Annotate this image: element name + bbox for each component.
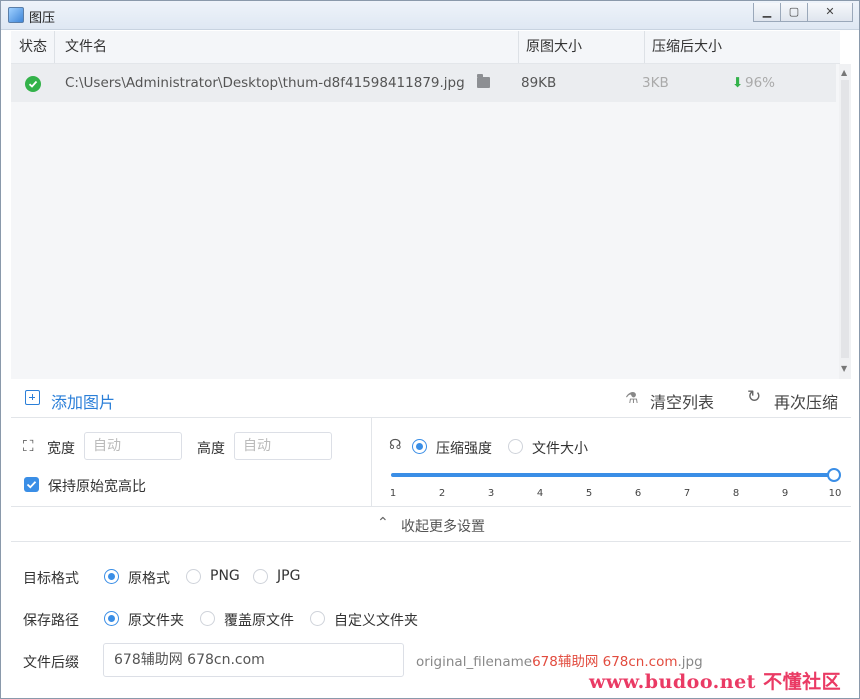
- scroll-thumb[interactable]: [841, 80, 849, 358]
- add-image-icon[interactable]: [25, 390, 40, 405]
- app-icon: [8, 7, 24, 23]
- compression-slider-handle[interactable]: [827, 468, 841, 482]
- flask-icon[interactable]: ⚗: [625, 389, 638, 407]
- resize-icon: ⛶: [23, 437, 34, 455]
- height-label: 高度: [197, 441, 225, 457]
- format-label: 目标格式: [23, 571, 79, 587]
- format-jpg-label: JPG: [277, 568, 301, 584]
- mode-size-radio[interactable]: [508, 439, 523, 454]
- panel-divider: [11, 506, 851, 507]
- width-input[interactable]: 自动: [84, 432, 182, 460]
- gauge-icon: ☊: [389, 437, 402, 453]
- header-original-size[interactable]: 原图大小: [526, 31, 582, 63]
- path-overwrite-radio[interactable]: [200, 611, 215, 626]
- format-png-label: PNG: [210, 568, 240, 584]
- slider-tick: 7: [683, 488, 691, 499]
- close-button[interactable]: ✕: [807, 3, 853, 22]
- panel-divider: [11, 417, 851, 418]
- header-compressed-size[interactable]: 压缩后大小: [652, 31, 722, 63]
- app-window: 图压 ▁ ▢ ✕ 状态 文件名 原图大小 压缩后大小 C:\Users\Admi…: [0, 0, 860, 699]
- slider-tick: 3: [487, 488, 495, 499]
- window-title: 图压: [29, 11, 56, 26]
- mode-strength-label: 压缩强度: [436, 441, 492, 457]
- recompress-button[interactable]: 再次压缩: [774, 389, 838, 413]
- site-watermark: www.budoo.net 不懂社区: [589, 671, 842, 693]
- format-png-radio[interactable]: [186, 569, 201, 584]
- header-divider: [644, 31, 645, 63]
- maximize-button[interactable]: ▢: [780, 3, 808, 22]
- compressed-size: 3KB: [642, 75, 669, 91]
- slider-tick: 4: [536, 488, 544, 499]
- format-original-label: 原格式: [128, 571, 170, 587]
- save-path-label: 保存路径: [23, 613, 79, 629]
- mode-strength-radio[interactable]: [412, 439, 427, 454]
- chevron-up-icon[interactable]: ⌃: [377, 515, 389, 531]
- path-original-radio[interactable]: [104, 611, 119, 626]
- path-overwrite-label: 覆盖原文件: [224, 613, 294, 629]
- table-scrollbar[interactable]: ▲ ▼: [839, 64, 851, 379]
- format-jpg-radio[interactable]: [253, 569, 268, 584]
- slider-tick: 1: [389, 488, 397, 499]
- format-original-radio[interactable]: [104, 569, 119, 584]
- arrow-down-icon: ⬇: [732, 75, 744, 91]
- preview-prefix: original_filename: [416, 654, 533, 670]
- file-path: C:\Users\Administrator\Desktop\thum-d8f4…: [65, 75, 465, 91]
- add-image-button[interactable]: 添加图片: [51, 389, 115, 413]
- compression-ratio: 96%: [745, 75, 776, 91]
- panel-divider-vertical: [371, 418, 372, 506]
- keep-ratio-label: 保持原始宽高比: [48, 479, 146, 495]
- original-size: 89KB: [521, 75, 557, 91]
- file-table-header: 状态 文件名 原图大小 压缩后大小: [11, 31, 840, 64]
- suffix-label: 文件后缀: [23, 655, 79, 671]
- collapse-settings-button[interactable]: 收起更多设置: [401, 516, 485, 536]
- compression-slider-track[interactable]: [391, 473, 831, 477]
- header-filename[interactable]: 文件名: [65, 31, 107, 63]
- suffix-input[interactable]: 678辅助网 678cn.com: [103, 643, 404, 677]
- header-divider: [54, 31, 55, 63]
- slider-tick: 2: [438, 488, 446, 499]
- path-original-label: 原文件夹: [128, 613, 184, 629]
- minimize-button[interactable]: ▁: [753, 3, 781, 22]
- scroll-down-icon[interactable]: ▼: [841, 364, 847, 373]
- path-custom-label: 自定义文件夹: [334, 613, 418, 629]
- file-table-body: C:\Users\Administrator\Desktop\thum-d8f4…: [11, 64, 840, 379]
- clear-list-button[interactable]: 清空列表: [650, 389, 714, 413]
- header-status[interactable]: 状态: [19, 31, 47, 63]
- title-bar[interactable]: 图压 ▁ ▢ ✕: [1, 1, 859, 30]
- slider-tick: 5: [585, 488, 593, 499]
- check-icon: [26, 481, 37, 489]
- slider-tick: 8: [732, 488, 740, 499]
- path-custom-radio[interactable]: [310, 611, 325, 626]
- header-divider: [518, 31, 519, 63]
- open-folder-icon[interactable]: [477, 74, 490, 88]
- slider-tick: 6: [634, 488, 642, 499]
- success-check-icon: [25, 76, 41, 92]
- width-label: 宽度: [47, 441, 75, 457]
- mode-size-label: 文件大小: [532, 441, 588, 457]
- slider-tick: 10: [828, 488, 842, 499]
- scroll-up-icon[interactable]: ▲: [841, 68, 847, 77]
- refresh-icon[interactable]: ↻: [747, 387, 761, 407]
- height-input[interactable]: 自动: [234, 432, 332, 460]
- keep-ratio-checkbox[interactable]: [24, 477, 39, 492]
- action-bar: 添加图片 ⚗ 清空列表 ↻ 再次压缩: [11, 381, 851, 417]
- table-row[interactable]: C:\Users\Administrator\Desktop\thum-d8f4…: [11, 64, 836, 102]
- slider-tick: 9: [781, 488, 789, 499]
